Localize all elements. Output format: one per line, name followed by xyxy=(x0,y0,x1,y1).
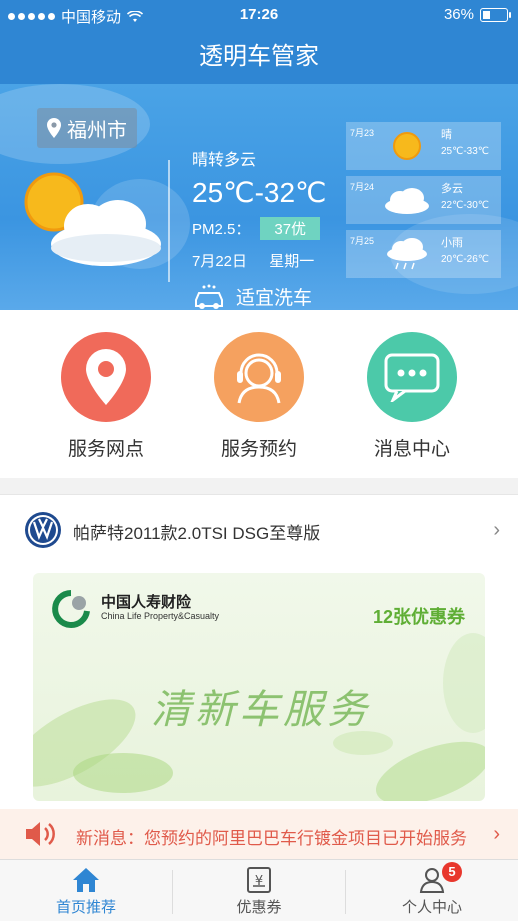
message-center-button[interactable]: 消息中心 xyxy=(352,332,472,461)
notice-text: 新消息：您预约的阿里巴巴车行镀金项目已开始服务 xyxy=(76,829,467,848)
home-icon xyxy=(73,868,99,892)
notice-bar[interactable]: 新消息：您预约的阿里巴巴车行镀金项目已开始服务 › xyxy=(0,809,518,859)
clock: 17:26 xyxy=(239,6,279,23)
forecast-temperature: 22℃-30℃ xyxy=(441,200,490,211)
city-selector[interactable]: 福州市 xyxy=(37,108,137,148)
partly-cloudy-icon xyxy=(24,172,161,266)
tab-bar: 首页推荐 ¥ 优惠券 5 个人中心 xyxy=(0,859,518,921)
location-icon xyxy=(47,118,61,138)
notification-badge: 5 xyxy=(442,862,462,882)
city-name: 福州市 xyxy=(67,119,127,142)
today-condition: 晴转多云 xyxy=(192,152,257,169)
cloud-icon xyxy=(385,188,429,214)
service-icon-bg xyxy=(61,332,151,422)
battery-icon xyxy=(480,7,511,22)
service-menu: 服务网点 服务预约 消息中心 xyxy=(0,310,518,478)
weather-divider xyxy=(168,160,170,282)
forecast-day-3: 7月25 小雨 20℃-26℃ xyxy=(346,230,501,278)
today-weekday: 星期一 xyxy=(269,253,315,270)
weather-panel: 福州市 晴转多云 25℃-32℃ PM2.5： 37优 7月22日 星期一 适宜… xyxy=(0,84,518,310)
service-outlets-button[interactable]: 服务网点 xyxy=(46,332,166,461)
tab-coupons[interactable]: ¥ 优惠券 xyxy=(173,860,345,921)
rain-icon xyxy=(387,238,427,270)
forecast-temperature: 25℃-33℃ xyxy=(441,146,490,157)
vehicle-row[interactable]: 帕萨特2011款2.0TSI DSG至尊版 › xyxy=(0,494,518,566)
service-icon-bg xyxy=(214,332,304,422)
service-booking-button[interactable]: 服务预约 xyxy=(199,332,319,461)
today-date: 7月22日 xyxy=(192,253,248,270)
tab-home[interactable]: 首页推荐 xyxy=(0,860,172,921)
forecast-day-2: 7月24 多云 22℃-30℃ xyxy=(346,176,501,224)
forecast-condition: 小雨 xyxy=(441,237,463,249)
coupon-icon: ¥ xyxy=(247,867,271,893)
nav-bar: 透明车管家 xyxy=(0,30,518,84)
chevron-right-icon: › xyxy=(493,519,500,541)
service-label: 服务网点 xyxy=(67,439,144,460)
service-label: 消息中心 xyxy=(373,439,450,460)
volkswagen-logo-icon xyxy=(25,512,61,548)
today-temperature: 25℃-32℃ xyxy=(192,177,327,208)
tab-label: 首页推荐 xyxy=(55,899,116,916)
forecast-condition: 多云 xyxy=(441,183,463,195)
forecast-date: 7月24 xyxy=(350,182,375,192)
promo-banner[interactable]: 中国人寿财险 China Life Property&Casualty 12张优… xyxy=(33,573,485,801)
tab-profile[interactable]: 5 个人中心 xyxy=(346,860,518,921)
sun-icon xyxy=(393,132,421,160)
battery-percent: 36% xyxy=(443,6,474,23)
forecast-date: 7月23 xyxy=(350,128,375,138)
chevron-right-icon: › xyxy=(493,823,500,845)
service-label: 服务预约 xyxy=(220,439,297,460)
forecast-day-1: 7月23 晴 25℃-33℃ xyxy=(346,122,501,170)
vehicle-name: 帕萨特2011款2.0TSI DSG至尊版 xyxy=(73,524,321,543)
insurance-company-logo xyxy=(52,590,90,628)
today-weather: 晴转多云 25℃-32℃ PM2.5： 37优 7月22日 星期一 适宜洗车 xyxy=(192,146,327,310)
service-icon-bg xyxy=(367,332,457,422)
company-name: 中国人寿财险 xyxy=(101,594,192,611)
promo-section: 中国人寿财险 China Life Property&Casualty 12张优… xyxy=(0,565,518,809)
car-wash-icon xyxy=(195,284,223,309)
speaker-icon xyxy=(26,822,55,846)
message-icon xyxy=(384,353,440,402)
status-bar: 中国移动 17:26 36% xyxy=(0,0,518,30)
wash-advice: 适宜洗车 xyxy=(236,288,313,309)
forecast-temperature: 20℃-26℃ xyxy=(441,254,490,265)
customer-service-icon xyxy=(237,353,281,404)
tab-label: 个人中心 xyxy=(401,899,462,916)
company-name-en: China Life Property&Casualty xyxy=(101,611,220,621)
aqi-badge: 37优 xyxy=(260,217,321,240)
pm-label: PM2.5： xyxy=(192,221,251,238)
tab-label: 优惠券 xyxy=(236,899,282,916)
forecast-condition: 晴 xyxy=(441,129,452,141)
banner-slogan: 清新车服务 xyxy=(151,687,371,733)
forecast-date: 7月25 xyxy=(350,236,375,246)
page-title: 透明车管家 xyxy=(199,43,319,70)
coupon-count: 12张优惠券 xyxy=(372,607,465,627)
location-pin-icon xyxy=(86,349,126,405)
